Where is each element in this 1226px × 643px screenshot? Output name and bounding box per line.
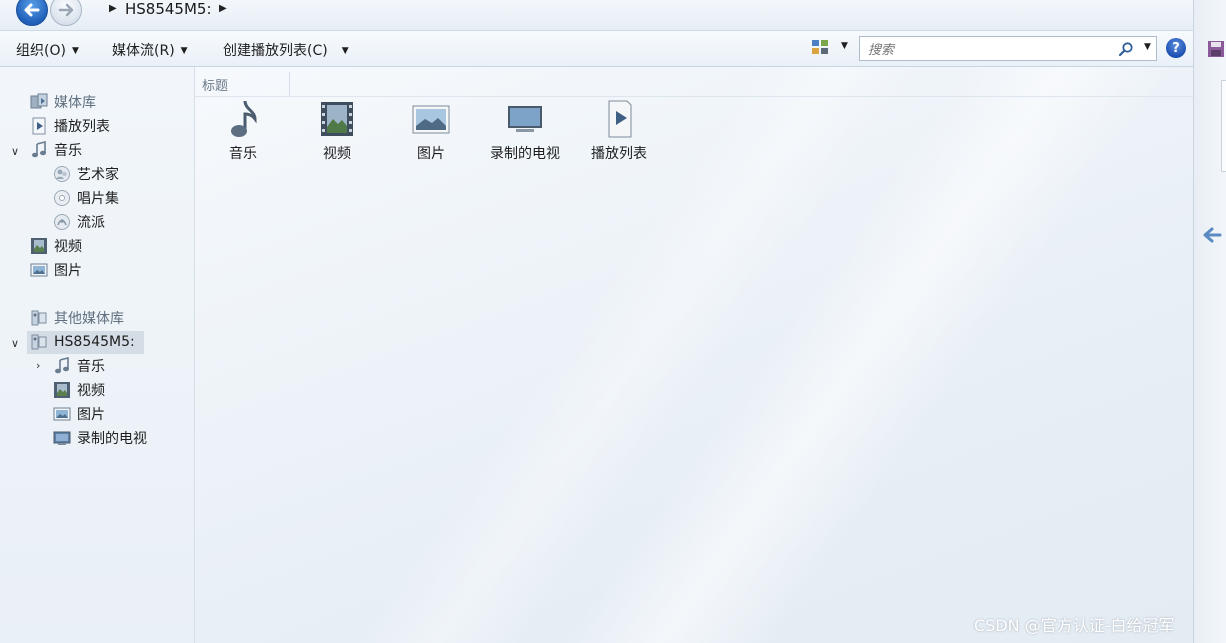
- tile-videos[interactable]: 视频: [290, 99, 384, 163]
- list-pane-strip: [1193, 0, 1226, 643]
- nav-albums-label: 唱片集: [77, 191, 119, 207]
- forward-arrow-icon: [58, 3, 74, 17]
- expand-list-pane-arrow-icon[interactable]: [1202, 226, 1222, 244]
- list-pane-edge: [1221, 80, 1226, 172]
- nav-device-label: HS8545M5:: [54, 334, 135, 350]
- column-divider[interactable]: [289, 72, 290, 96]
- nav-videos[interactable]: 视频: [30, 235, 82, 257]
- artist-icon: [54, 166, 70, 182]
- stream-label: 媒体流(R): [112, 43, 175, 59]
- tile-pictures-label: 图片: [417, 146, 445, 162]
- tv-icon: [508, 106, 542, 132]
- expand-chevron-icon[interactable]: ›: [36, 359, 40, 372]
- help-button[interactable]: ?: [1166, 38, 1186, 58]
- video-film-icon: [54, 382, 70, 398]
- album-disc-icon: [54, 190, 70, 206]
- navigation-pane: 媒体库 播放列表 ∨ 音乐 艺术家 唱片集 流派 视频 图片 其他媒体库 ∨ H…: [0, 67, 195, 643]
- organize-menu[interactable]: 组织(O) ▼: [16, 40, 79, 60]
- help-icon: ?: [1172, 40, 1180, 56]
- nav-device-pictures-label: 图片: [77, 407, 105, 423]
- other-library-icon: [31, 310, 47, 326]
- nav-pictures[interactable]: 图片: [30, 259, 82, 281]
- collapse-chevron-icon[interactable]: ∨: [11, 337, 19, 350]
- picture-icon: [412, 105, 450, 134]
- playlist-icon: [32, 117, 46, 135]
- stream-menu[interactable]: 媒体流(R) ▼: [112, 40, 188, 60]
- nav-music-label: 音乐: [54, 143, 82, 159]
- collapse-chevron-icon[interactable]: ∨: [11, 145, 19, 158]
- dropdown-caret-icon: ▼: [341, 46, 349, 56]
- create-playlist-label: 创建播放列表(C): [223, 43, 328, 59]
- view-options-caret-icon[interactable]: ▼: [841, 41, 848, 51]
- title-column-header[interactable]: 标题: [202, 75, 228, 94]
- back-button[interactable]: [16, 0, 48, 26]
- nav-library[interactable]: 媒体库: [30, 91, 96, 113]
- dropdown-caret-icon: ▼: [180, 46, 188, 56]
- nav-artists-label: 艺术家: [77, 167, 119, 183]
- breadcrumb-device[interactable]: HS8545M5:: [125, 0, 212, 18]
- nav-device-music-label: 音乐: [77, 359, 105, 375]
- video-film-icon: [31, 238, 47, 254]
- video-film-icon: [321, 102, 353, 136]
- forward-button[interactable]: [50, 0, 82, 26]
- nav-library-label: 媒体库: [54, 95, 96, 111]
- nav-device-videos[interactable]: 视频: [53, 379, 105, 401]
- content-pane: 标题 音乐 视频 图片 录制的电视 播放列表 CSDN @官方认证-白给冠军: [195, 67, 1193, 643]
- watermark: CSDN @官方认证-白给冠军: [974, 616, 1175, 635]
- address-bar: ▶ HS8545M5: ▶: [0, 0, 1202, 31]
- nav-playlists-label: 播放列表: [54, 119, 110, 135]
- picture-icon: [53, 407, 71, 421]
- media-device-icon: [31, 334, 47, 350]
- search-input[interactable]: [866, 40, 1110, 60]
- nav-device-pictures[interactable]: 图片: [53, 403, 105, 425]
- music-note-icon: [231, 100, 257, 137]
- tile-playlists[interactable]: 播放列表: [572, 99, 666, 163]
- toolbar: 组织(O) ▼ 媒体流(R) ▼ 创建播放列表(C) ▼ ▼ ▼ ?: [0, 31, 1196, 67]
- music-note-icon: [55, 357, 69, 374]
- tile-videos-label: 视频: [323, 146, 351, 162]
- nav-genres-label: 流派: [77, 215, 105, 231]
- tile-music[interactable]: 音乐: [196, 99, 290, 163]
- nav-albums[interactable]: 唱片集: [53, 187, 119, 209]
- genre-icon: [54, 214, 70, 230]
- tile-playlists-label: 播放列表: [591, 146, 647, 162]
- organize-label: 组织(O): [16, 43, 66, 59]
- view-options-icon[interactable]: [811, 39, 829, 55]
- nav-device-tv[interactable]: 录制的电视: [53, 427, 147, 449]
- search-dropdown-caret-icon[interactable]: ▼: [1144, 42, 1151, 52]
- save-list-icon[interactable]: [1207, 40, 1225, 58]
- nav-videos-label: 视频: [54, 239, 82, 255]
- nav-genres[interactable]: 流派: [53, 211, 105, 233]
- nav-other-libraries[interactable]: 其他媒体库: [30, 307, 124, 329]
- nav-device[interactable]: HS8545M5:: [30, 331, 135, 353]
- playlist-icon: [608, 100, 632, 138]
- tv-icon: [53, 431, 71, 445]
- tile-pictures[interactable]: 图片: [384, 99, 478, 163]
- column-header: 标题: [195, 72, 1193, 97]
- music-note-icon: [32, 141, 46, 158]
- tile-recorded-tv[interactable]: 录制的电视: [478, 99, 572, 163]
- nav-playlists[interactable]: 播放列表: [30, 115, 110, 137]
- nav-device-music[interactable]: 音乐: [53, 355, 105, 377]
- tile-recorded-tv-label: 录制的电视: [490, 146, 560, 162]
- nav-pictures-label: 图片: [54, 263, 82, 279]
- search-box[interactable]: ▼: [859, 36, 1157, 61]
- picture-icon: [30, 263, 48, 277]
- create-playlist-menu[interactable]: 创建播放列表(C) ▼: [223, 40, 349, 60]
- search-icon[interactable]: [1118, 41, 1134, 57]
- breadcrumb-arrow-icon[interactable]: ▶: [219, 3, 227, 14]
- nav-device-videos-label: 视频: [77, 383, 105, 399]
- nav-device-tv-label: 录制的电视: [77, 431, 147, 447]
- nav-music[interactable]: 音乐: [30, 139, 82, 161]
- back-arrow-icon: [24, 3, 40, 17]
- dropdown-caret-icon: ▼: [71, 46, 79, 56]
- nav-other-libraries-label: 其他媒体库: [54, 311, 124, 327]
- breadcrumb-arrow-icon[interactable]: ▶: [109, 3, 117, 14]
- nav-artists[interactable]: 艺术家: [53, 163, 119, 185]
- tile-music-label: 音乐: [229, 146, 257, 162]
- library-icon: [30, 93, 48, 109]
